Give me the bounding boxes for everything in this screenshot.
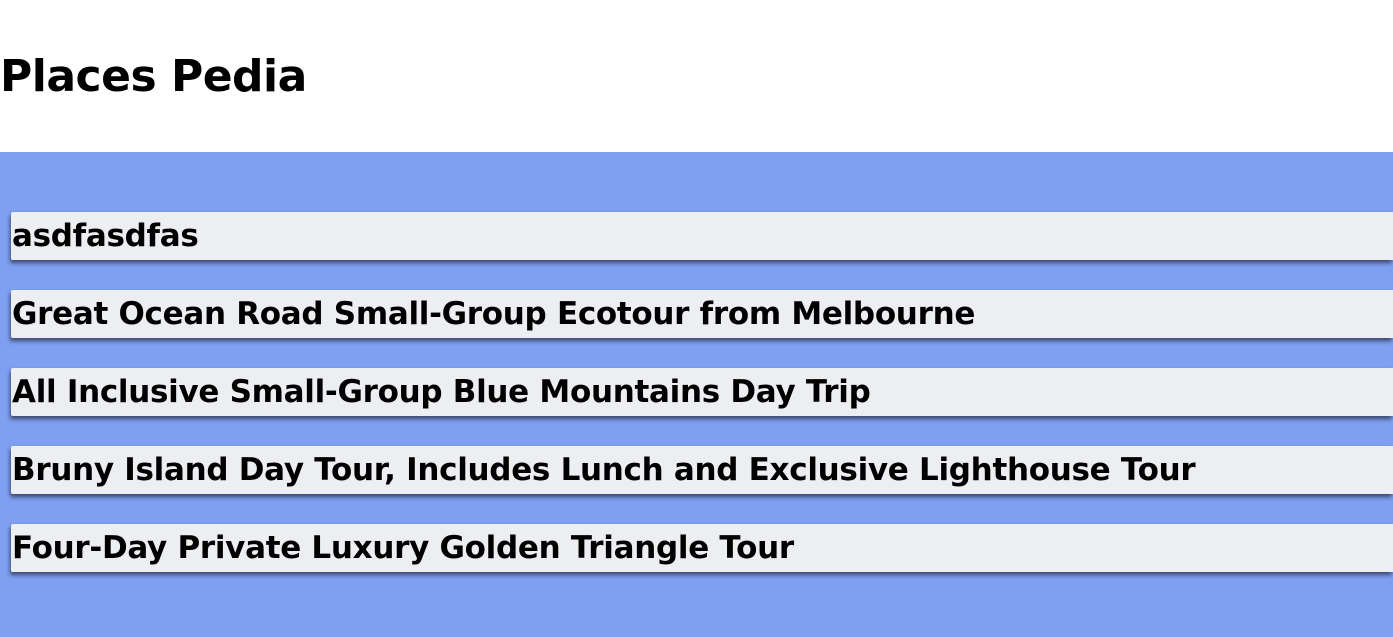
list-item[interactable]: All Inclusive Small-Group Blue Mountains… [11,368,1393,416]
page-title: Places Pedia [0,51,307,102]
list-item[interactable]: Bruny Island Day Tour, Includes Lunch an… [11,446,1393,494]
list-item[interactable]: asdfasdfas [11,212,1393,260]
place-title: Bruny Island Day Tour, Includes Lunch an… [12,452,1196,488]
list-item[interactable]: Four-Day Private Luxury Golden Triangle … [11,524,1393,572]
list-item[interactable]: Great Ocean Road Small-Group Ecotour fro… [11,290,1393,338]
place-title: asdfasdfas [12,218,199,254]
place-title: Four-Day Private Luxury Golden Triangle … [12,530,794,566]
page-header: Places Pedia [0,0,1393,152]
places-list-container: asdfasdfas Great Ocean Road Small-Group … [0,152,1393,637]
place-title: Great Ocean Road Small-Group Ecotour fro… [12,296,976,332]
place-title: All Inclusive Small-Group Blue Mountains… [12,374,871,410]
places-list: asdfasdfas Great Ocean Road Small-Group … [11,212,1393,602]
